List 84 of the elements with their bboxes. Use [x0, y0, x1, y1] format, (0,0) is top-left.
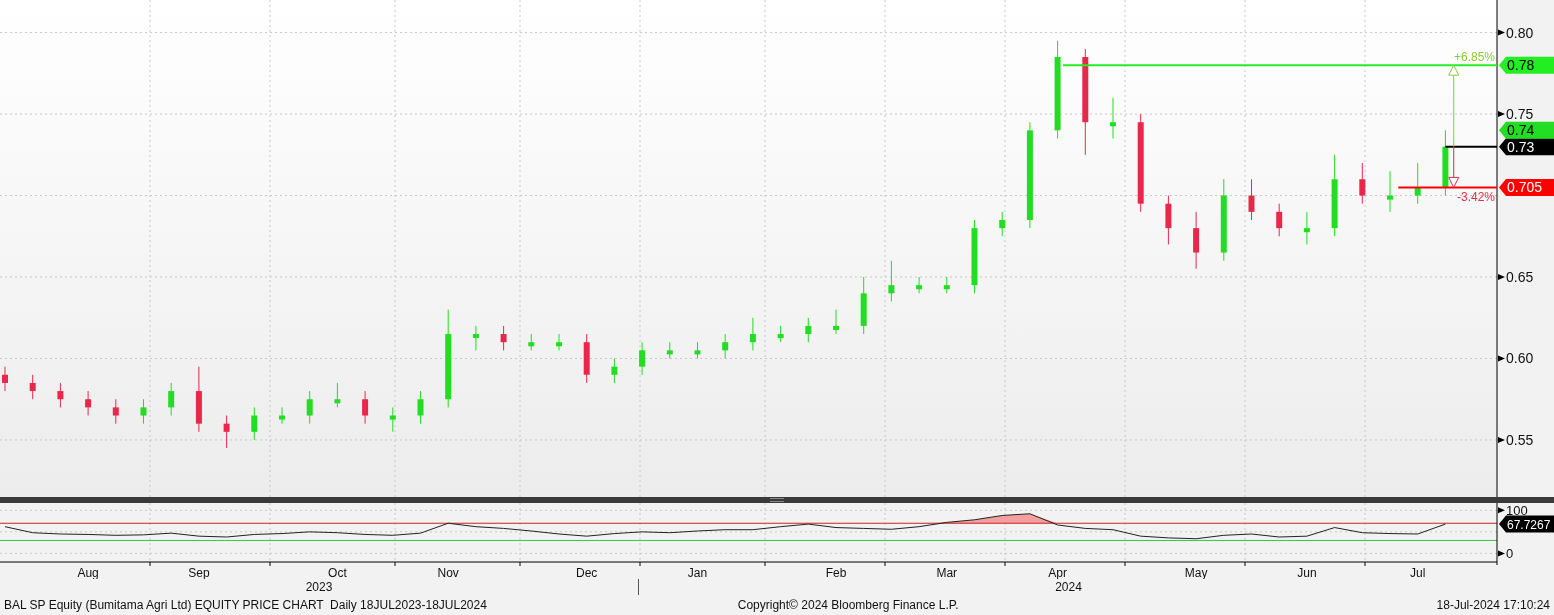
month-label: May	[1184, 566, 1208, 579]
y-tick-label: 0.80	[1506, 24, 1534, 41]
year-label: 2024	[1055, 580, 1082, 594]
month-label: Aug	[77, 566, 99, 579]
price-tag: 0.78	[1499, 56, 1554, 74]
candlestick	[472, 325, 479, 351]
y-tick-label: 0.65	[1506, 269, 1534, 286]
candlestick	[279, 406, 285, 425]
price-tag: 0.74	[1499, 121, 1554, 139]
ref-line-label: 0.73	[1507, 138, 1535, 155]
month-label: Jul	[1410, 566, 1426, 579]
month-label: Feb	[825, 566, 847, 579]
month-label: Jun	[1297, 566, 1317, 579]
candlestick	[888, 260, 895, 302]
candlestick	[1110, 97, 1116, 139]
candlestick	[1165, 195, 1172, 245]
copyright-text: Copyright© 2024 Bloomberg Finance L.P.	[737, 598, 960, 612]
candlestick	[611, 358, 618, 384]
candlestick	[2, 366, 8, 392]
y-tick-label: 0.60	[1506, 350, 1534, 367]
candlestick	[362, 390, 369, 425]
percent-change-label: +6.85%	[1453, 50, 1495, 65]
candlestick	[556, 333, 562, 351]
month-label: Dec	[576, 566, 598, 579]
candlestick	[805, 317, 812, 343]
candlestick	[223, 415, 230, 449]
month-label: Jan	[687, 566, 708, 579]
candlestick	[666, 341, 673, 359]
candlestick	[251, 406, 258, 441]
timestamp: 18-Jul-2024 17:10:24	[1436, 598, 1550, 612]
year-label: 2023	[305, 580, 333, 594]
price-tag: 0.705	[1499, 178, 1554, 196]
resize-handle[interactable]	[770, 498, 784, 502]
axis-tick-label: 0	[1498, 546, 1514, 562]
month-label: Oct	[328, 566, 347, 579]
y-tick-label: 0	[1506, 546, 1514, 562]
candlestick	[389, 406, 396, 433]
candlestick	[1303, 211, 1310, 245]
candlestick	[195, 366, 202, 433]
candlestick	[860, 276, 867, 335]
candlestick	[943, 276, 950, 294]
axis-tick-label: 0.65	[1498, 269, 1534, 285]
candlestick	[1359, 162, 1366, 205]
candlestick	[999, 211, 1006, 237]
y-tick-label: 0.55	[1506, 431, 1534, 448]
candlestick	[57, 382, 64, 408]
candlestick	[112, 398, 119, 425]
candlestick	[306, 390, 313, 425]
axis-tick-label: 0.75	[1498, 106, 1534, 123]
month-label: Mar	[936, 566, 958, 579]
ref-line-label: 0.78	[1507, 57, 1535, 74]
candlestick	[29, 374, 36, 400]
candlestick	[1276, 203, 1283, 237]
candlestick	[85, 390, 92, 416]
month-label: Sep	[188, 566, 210, 579]
candlestick	[1387, 170, 1393, 213]
candlestick	[1414, 162, 1421, 205]
candlestick	[833, 309, 839, 335]
candlestick	[1248, 178, 1255, 221]
candlestick	[722, 333, 729, 359]
candlestick	[749, 317, 756, 351]
candlestick	[417, 390, 424, 425]
candlestick	[916, 276, 923, 294]
candlestick	[583, 333, 590, 384]
axis-tick-label: 0.80	[1498, 24, 1534, 41]
candlestick	[500, 325, 507, 351]
candlestick	[168, 382, 175, 416]
ref-line-label: 0.705	[1507, 179, 1543, 196]
candlestick	[334, 382, 341, 408]
candlestick	[140, 398, 147, 425]
axis-tick-label: 0.55	[1498, 431, 1534, 448]
percent-change-label: -3.42%	[1456, 190, 1495, 205]
candlestick	[777, 325, 784, 343]
chart-description: BAL SP Equity (Bumitama Agri Ltd) EQUITY PRICE CHART Daily 18JUL2023-18JUL2024	[4, 598, 488, 612]
candlestick	[639, 341, 646, 376]
month-label: Apr	[1048, 566, 1067, 579]
candlestick	[694, 341, 701, 359]
candlestick	[528, 333, 535, 351]
y-tick-label: 0.75	[1506, 106, 1534, 123]
month-label: Nov	[437, 566, 459, 579]
indicator-tag: 67.7267	[1499, 515, 1554, 533]
axis-tick-label: 0.60	[1498, 350, 1534, 367]
candlestick	[1442, 129, 1449, 197]
candlestick	[1193, 211, 1200, 270]
